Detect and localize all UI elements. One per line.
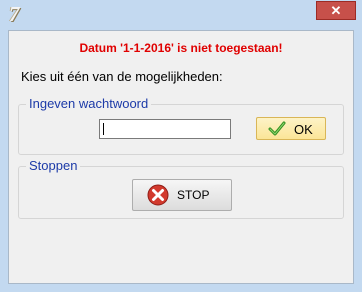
error-message: Datum '1-1-2016' is niet toegestaan! bbox=[79, 41, 283, 55]
instruction-text: Kies uit één van de mogelijkheden: bbox=[21, 69, 223, 84]
ok-button[interactable]: OK bbox=[256, 117, 326, 140]
checkmark-icon bbox=[268, 121, 286, 136]
password-group-legend: Ingeven wachtwoord bbox=[26, 96, 152, 111]
title-bar[interactable]: 7 ✕ bbox=[0, 0, 362, 30]
dialog-window: 7 ✕ Datum '1-1-2016' is niet toegestaan!… bbox=[0, 0, 362, 292]
ok-button-label: OK bbox=[294, 122, 313, 137]
text-caret bbox=[103, 123, 104, 135]
stop-group-legend: Stoppen bbox=[26, 158, 81, 173]
stop-button[interactable]: STOP bbox=[132, 179, 232, 211]
dialog-body: Datum '1-1-2016' is niet toegestaan! Kie… bbox=[8, 30, 354, 284]
password-input[interactable] bbox=[99, 119, 231, 139]
app-seven-icon: 7 bbox=[9, 2, 20, 26]
stop-button-label: STOP bbox=[177, 188, 210, 202]
password-group: Ingeven wachtwoord OK bbox=[18, 96, 344, 155]
stop-group: Stoppen STOP bbox=[18, 158, 344, 219]
close-button[interactable]: ✕ bbox=[316, 1, 356, 20]
close-icon: ✕ bbox=[330, 3, 342, 18]
red-x-icon bbox=[147, 184, 169, 206]
